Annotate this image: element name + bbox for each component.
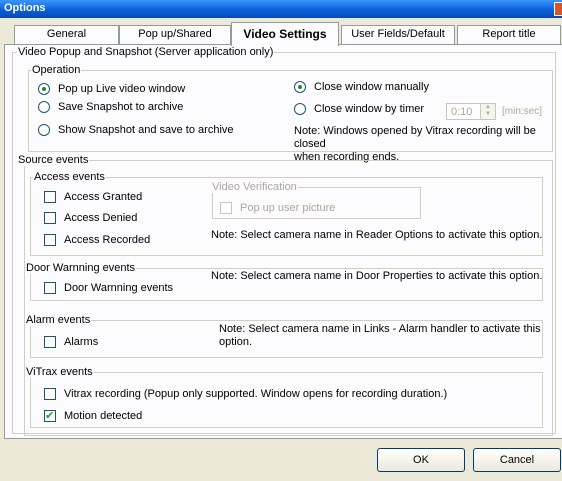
alarm-note-line2: option. [219,336,253,348]
radio-show-snapshot[interactable]: Show Snapshot and save to archive [38,124,234,136]
check-access-denied[interactable]: Access Denied [44,212,137,224]
cancel-button[interactable]: Cancel [473,448,561,472]
check-popup-user-picture[interactable]: Pop up user picture [220,202,335,214]
radio-show-snapshot-label: Show Snapshot and save to archive [58,124,234,136]
source-events-legend: Source events [17,154,90,166]
alarm-events-legend: Alarm events [25,314,92,326]
operation-legend: Operation [31,64,82,76]
tab-general-label: General [46,28,87,40]
title-bar: Options [0,0,562,18]
check-access-granted[interactable]: Access Granted [44,191,142,203]
checkbox[interactable] [44,388,56,400]
radio-popup-live-label: Pop up Live video window [58,83,186,95]
radio-close-manually-label: Close window manually [314,81,429,93]
spinner-arrows[interactable]: ▲ ▼ [480,104,495,119]
checkbox[interactable] [44,282,56,294]
vitrax-close-note-line1: Note: Windows opened by Vitrax recording… [294,125,536,150]
timer-value: 0:10 [451,106,473,118]
ok-button[interactable]: OK [377,448,465,472]
tab-general[interactable]: General [14,25,119,44]
vitrax-close-note: Note: Windows opened by Vitrax recording… [294,125,562,164]
check-access-denied-label: Access Denied [64,212,138,224]
tab-report-title[interactable]: Report title [457,25,561,44]
radio-save-snapshot-label: Save Snapshot to archive [58,101,184,113]
radio-dot[interactable] [38,83,50,95]
checkbox[interactable] [44,212,56,224]
tab-popup-shared-label: Pop up/Shared [138,28,212,40]
tab-report-title-label: Report title [482,28,536,40]
vitrax-events-legend: ViTrax events [25,366,94,378]
door-events-legend: Door Warnning events [25,262,137,274]
radio-close-by-timer-label: Close window by timer [314,103,425,115]
check-door-warning[interactable]: Door Warnning events [44,282,173,294]
spin-up-icon[interactable]: ▲ [481,104,495,111]
radio-close-manually[interactable]: Close window manually [294,81,429,93]
door-note: Note: Select camera name in Door Propert… [211,270,543,282]
check-alarms[interactable]: Alarms [44,336,98,348]
radio-dot[interactable] [38,101,50,113]
tab-user-fields-default[interactable]: User Fields/Default [341,25,455,44]
close-button[interactable] [554,2,562,16]
timer-unit: [min:sec] [502,106,543,117]
check-motion-detected[interactable]: Motion detected [44,409,143,423]
radio-popup-live[interactable]: Pop up Live video window [38,83,185,95]
check-door-warning-label: Door Warnning events [64,282,174,294]
access-note: Note: Select camera name in Reader Optio… [211,229,543,241]
check-access-recorded[interactable]: Access Recorded [44,234,150,246]
alarm-note-line1: Note: Select camera name in Links - Alar… [219,323,541,335]
radio-dot[interactable] [294,103,306,115]
window-title: Options [4,2,46,14]
access-events-legend: Access events [33,171,106,183]
tab-user-fields-default-label: User Fields/Default [351,28,445,40]
checkbox[interactable] [44,336,56,348]
check-vitrax-recording-label: Vitrax recording (Popup only supported. … [64,388,448,400]
radio-dot[interactable] [294,81,306,93]
check-access-granted-label: Access Granted [64,191,143,203]
check-motion-detected-label: Motion detected [64,410,143,422]
spin-down-icon[interactable]: ▼ [481,111,495,118]
timer-spinner[interactable]: 0:10 ▲ ▼ [446,103,496,120]
tab-video-settings[interactable]: Video Settings [231,22,339,46]
checkbox[interactable] [220,202,232,214]
checkbox[interactable] [44,234,56,246]
radio-close-by-timer[interactable]: Close window by timer [294,103,424,115]
video-verification-legend: Video Verification [211,181,298,193]
check-access-recorded-label: Access Recorded [64,234,151,246]
tab-video-settings-label: Video Settings [243,27,327,41]
radio-save-snapshot[interactable]: Save Snapshot to archive [38,101,183,113]
radio-dot[interactable] [38,124,50,136]
checkbox-checked[interactable] [44,409,56,423]
check-alarms-label: Alarms [64,336,99,348]
checkbox[interactable] [44,191,56,203]
check-vitrax-recording[interactable]: Vitrax recording (Popup only supported. … [44,388,447,400]
alarm-note: Note: Select camera name in Links - Alar… [219,323,541,349]
tab-popup-shared[interactable]: Pop up/Shared [119,25,231,44]
video-popup-legend: Video Popup and Snapshot (Server applica… [17,46,275,58]
check-popup-user-picture-label: Pop up user picture [240,202,336,214]
